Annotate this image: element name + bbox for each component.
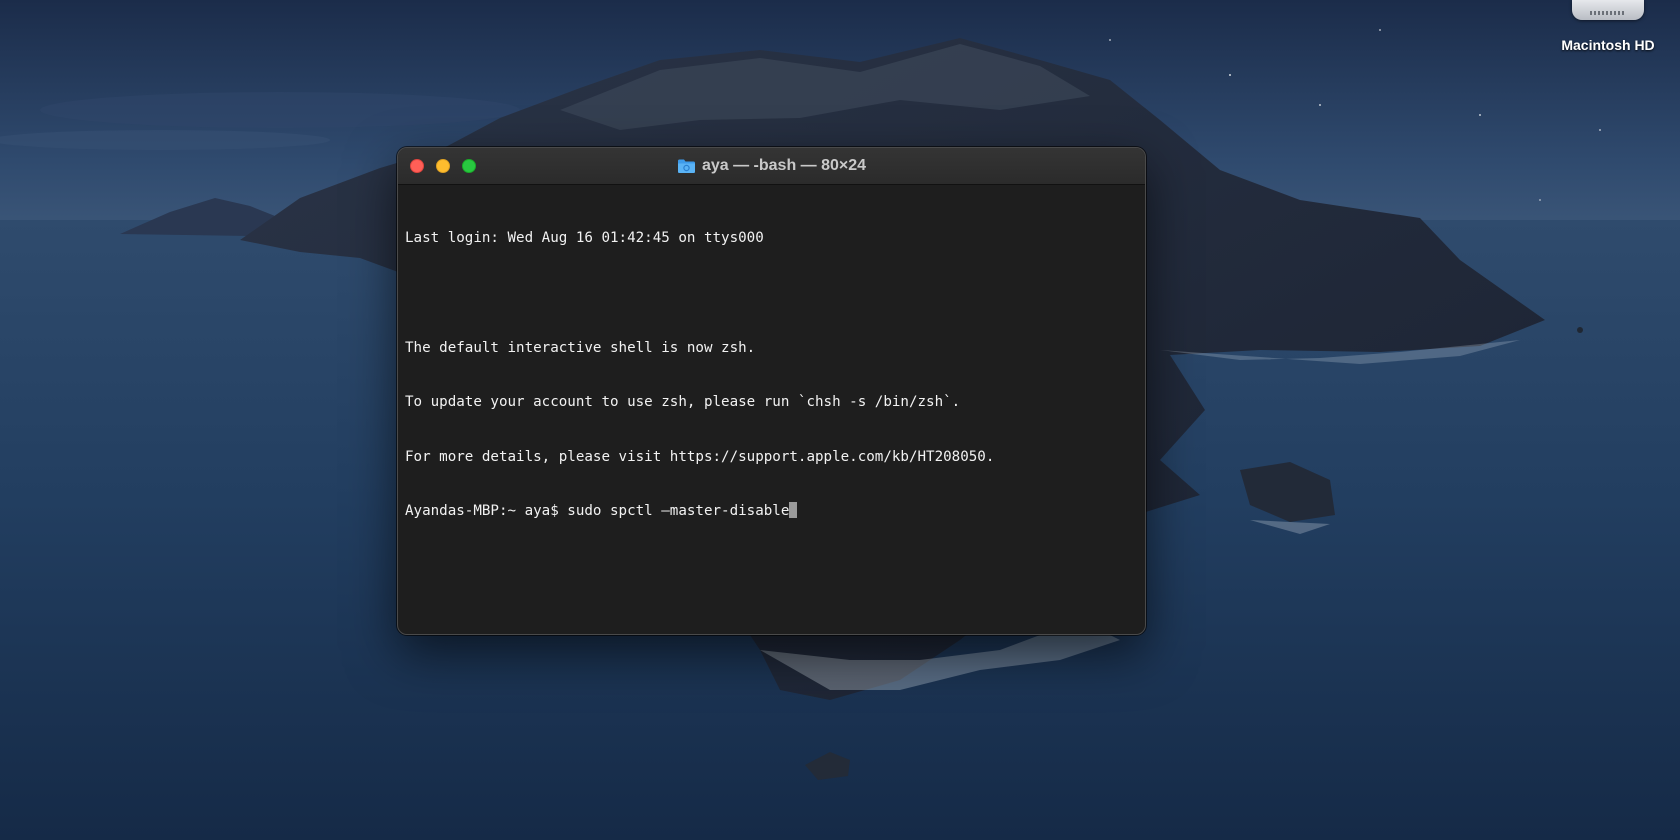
terminal-line: The default interactive shell is now zsh…	[405, 339, 756, 356]
terminal-line: For more details, please visit https://s…	[405, 448, 995, 465]
terminal-window[interactable]: aya — -bash — 80×24 Last login: Wed Aug …	[397, 147, 1146, 635]
terminal-prompt-line[interactable]: Ayandas-MBP:~ aya$ sudo spctl —master-di…	[405, 502, 1138, 520]
desktop-icon-macintosh-hd[interactable]: Macintosh HD	[1538, 0, 1678, 60]
hard-drive-icon	[1572, 0, 1644, 20]
window-title-text: aya — -bash — 80×24	[701, 157, 867, 174]
typed-command: sudo spctl —master-disable	[567, 503, 790, 520]
desktop-icon-label: Macintosh HD	[1561, 37, 1655, 53]
window-titlebar[interactable]: aya — -bash — 80×24	[398, 148, 1145, 185]
window-title: aya — -bash — 80×24	[398, 148, 1145, 184]
shell-prompt: Ayandas-MBP:~ aya$	[405, 503, 568, 520]
terminal-output[interactable]: Last login: Wed Aug 16 01:42:45 on ttys0…	[398, 185, 1145, 565]
terminal-line: Last login: Wed Aug 16 01:42:45 on ttys0…	[405, 230, 764, 247]
folder-icon	[677, 159, 695, 173]
text-cursor	[789, 502, 798, 519]
terminal-line: To update your account to use zsh, pleas…	[405, 394, 961, 411]
